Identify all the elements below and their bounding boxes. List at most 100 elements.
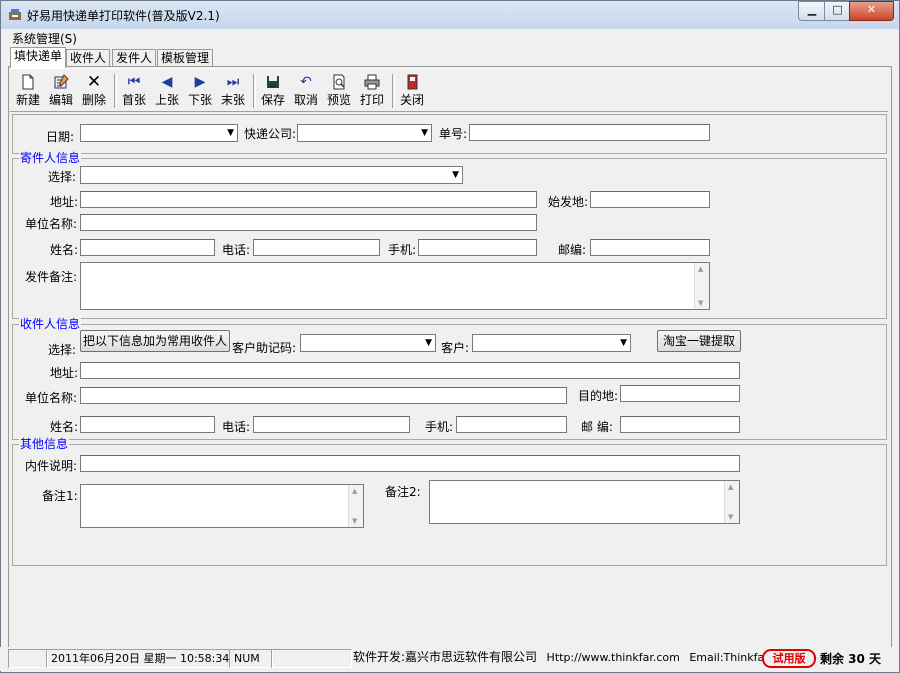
exit-door-icon [407,74,418,90]
sender-phone-input[interactable] [253,239,380,256]
delete-x-icon: ✕ [86,72,102,92]
taobao-extract-button[interactable]: 淘宝一键提取 [657,330,741,352]
scroll-down-icon: ▼ [352,517,358,525]
close-button[interactable]: 关闭 [396,73,428,111]
maximize-icon: □ [832,3,843,16]
customer-label: 客户: [441,341,470,355]
sender-address-label: 地址: [50,195,79,209]
new-label: 新建 [15,93,40,107]
last-button[interactable]: ⏭ 末张 [217,73,249,111]
sender-remark-textarea[interactable]: ▲ ▼ [80,262,710,310]
email-link[interactable]: Email:Thinkfar@ya [689,651,763,664]
scroll-down-icon: ▼ [728,513,734,521]
app-icon [9,9,21,20]
next-button[interactable]: ▶ 下张 [184,73,216,111]
receiver-name-input[interactable] [80,416,215,433]
sender-name-input[interactable] [80,239,215,256]
receiver-legend: 收件人信息 [19,317,82,331]
trial-stamp: 试用版 [762,649,816,668]
customer-select[interactable]: ▼ [472,334,631,352]
sender-name-label: 姓名: [50,243,79,257]
close-window-button[interactable]: ✕ [849,1,894,21]
save-button[interactable]: 保存 [257,73,289,111]
print-button[interactable]: 打印 [356,73,388,111]
sender-origin-input[interactable] [590,191,710,208]
mnemonic-label: 客户助记码: [232,341,297,355]
note2-textarea[interactable]: ▲ ▼ [429,480,740,524]
edit-label: 编辑 [48,93,73,107]
toolbar-separator [114,74,117,108]
scrollbar[interactable]: ▲ ▼ [724,481,739,523]
first-button[interactable]: ⏮ 首张 [118,73,150,111]
receiver-phone-input[interactable] [253,416,410,433]
undo-icon: ↶ [300,74,312,90]
sender-select-label: 选择: [48,170,77,184]
status-panel-blank [8,649,48,668]
sender-zip-input[interactable] [590,239,710,256]
developer-text: 软件开发:嘉兴市思远软件有限公司 [353,650,538,664]
receiver-zip-input[interactable] [620,416,740,433]
order-number-label: 单号: [439,127,468,141]
maximize-button[interactable]: □ [824,1,851,21]
receiver-mobile-input[interactable] [456,416,567,433]
delete-button[interactable]: ✕ 删除 [78,73,110,111]
chevron-down-icon: ▼ [227,128,234,138]
date-picker[interactable]: ▼ [80,124,238,142]
chevron-down-icon: ▼ [425,338,432,348]
sender-company-input[interactable] [80,214,537,231]
contents-input[interactable] [80,455,740,472]
window-title: 好易用快递单打印软件(普及版V2.1) [27,9,220,23]
close-label: 关闭 [399,93,424,107]
note1-textarea[interactable]: ▲ ▼ [80,484,364,528]
receiver-select-label: 选择: [48,343,77,357]
scroll-down-icon: ▼ [698,299,704,307]
receiver-dest-input[interactable] [620,385,740,402]
receiver-company-input[interactable] [80,387,567,404]
save-disk-icon [267,76,279,88]
menu-system[interactable]: 系统管理(S) [12,30,77,47]
menu-bar: 系统管理(S) [8,29,890,47]
mnemonic-select[interactable]: ▼ [300,334,436,352]
receiver-mobile-label: 手机: [425,420,454,434]
tab-receiver[interactable]: 收件人 [66,49,111,67]
note2-label: 备注2: [385,485,421,499]
receiver-address-input[interactable] [80,362,740,379]
prev-record-icon: ◀ [161,74,173,90]
receiver-address-label: 地址: [50,366,79,380]
receiver-dest-label: 目的地: [578,389,619,403]
tab-strip: 填快递单 收件人 发件人 模板管理 [8,47,890,68]
edit-button[interactable]: 编辑 [45,73,77,111]
tab-templates[interactable]: 模板管理 [157,49,214,67]
note1-label: 备注1: [42,489,78,503]
preview-button[interactable]: 预览 [323,73,355,111]
website-link[interactable]: Http://www.thinkfar.com [547,651,680,664]
order-number-input[interactable] [469,124,710,141]
sender-mobile-input[interactable] [418,239,537,256]
tab-fill-waybill[interactable]: 填快递单 [10,47,67,68]
close-icon: ✕ [866,3,877,16]
preview-label: 预览 [326,93,351,107]
tab-sender[interactable]: 发件人 [112,49,157,67]
scroll-up-icon: ▲ [698,265,704,273]
receiver-company-label: 单位名称: [25,391,78,405]
courier-select[interactable]: ▼ [297,124,432,142]
minimize-icon: ▁ [807,3,817,16]
scroll-up-icon: ▲ [352,487,358,495]
courier-label: 快递公司: [244,127,297,141]
minimize-button[interactable]: ▁ [798,1,826,21]
prev-button[interactable]: ◀ 上张 [151,73,183,111]
receiver-phone-label: 电话: [222,420,251,434]
cancel-button[interactable]: ↶ 取消 [290,73,322,111]
sender-company-label: 单位名称: [25,217,78,231]
first-record-icon: ⏮ [127,74,141,90]
scrollbar[interactable]: ▲ ▼ [694,263,709,309]
title-bar[interactable]: 好易用快递单打印软件(普及版V2.1) ▁ □ ✕ [1,1,899,29]
sender-address-input[interactable] [80,191,537,208]
scrollbar[interactable]: ▲ ▼ [348,485,363,527]
sender-select[interactable]: ▼ [80,166,463,184]
receiver-name-label: 姓名: [50,420,79,434]
status-datetime: 2011年06月20日 星期一 10:58:34 [46,649,230,668]
status-num: NUM [229,649,273,668]
add-common-receiver-button[interactable]: 把以下信息加为常用收件人 [80,330,230,352]
new-button[interactable]: 新建 [12,73,44,111]
